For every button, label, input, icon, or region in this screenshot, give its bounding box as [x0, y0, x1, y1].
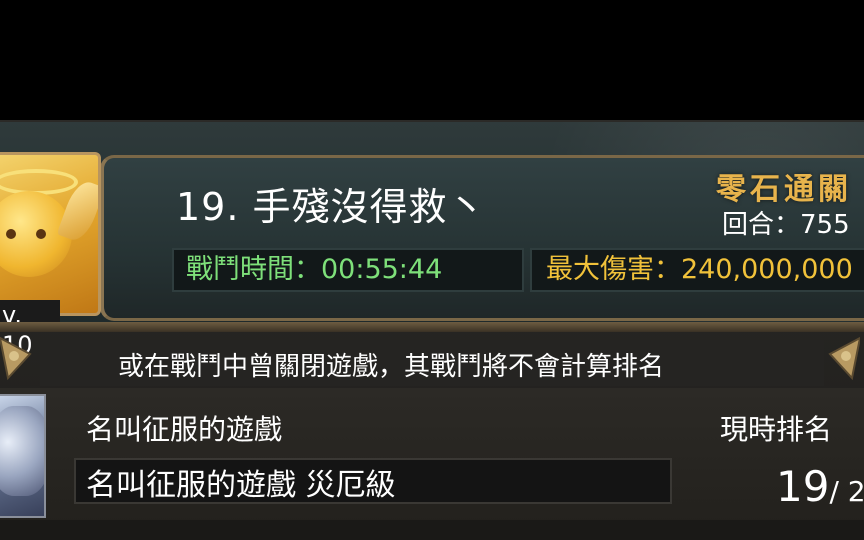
halo-icon — [0, 169, 78, 195]
ranking-notice: 或在戰鬥中曾關閉遊戲，其戰鬥將不會計算排名 — [118, 352, 665, 382]
gold-scroll-ornament-icon — [0, 336, 32, 381]
current-rank-label: 現時排名 — [720, 413, 833, 446]
battle-time-box: 戰鬥時間：00:55:44 — [172, 248, 524, 292]
stage-full-name: 名叫征服的遊戲 災厄級 — [86, 468, 396, 503]
avatar-eye — [36, 229, 46, 239]
section-divider — [0, 322, 864, 332]
bottom-strip — [0, 520, 864, 540]
rounds-count: 回合：755 — [722, 210, 850, 240]
silver-hair-character-icon — [0, 406, 44, 496]
stage-avatar-icon[interactable] — [0, 394, 46, 518]
letterbox-top — [0, 0, 864, 120]
player-rank-name: 19. 手殘沒得救丶 — [176, 185, 487, 229]
rank-number: 19 — [776, 462, 830, 511]
stage-name: 名叫征服的遊戲 — [86, 413, 283, 446]
rank-total: / 2 — [829, 475, 864, 508]
gold-scroll-ornament-icon — [828, 336, 860, 381]
current-rank-value: 19/ 2 — [776, 462, 864, 511]
avatar-eye — [6, 229, 16, 239]
mode-title: 零石通關 — [716, 172, 852, 207]
max-damage-box: 最大傷害：240,000,000 — [530, 248, 864, 292]
player-avatar-icon[interactable] — [0, 152, 101, 316]
